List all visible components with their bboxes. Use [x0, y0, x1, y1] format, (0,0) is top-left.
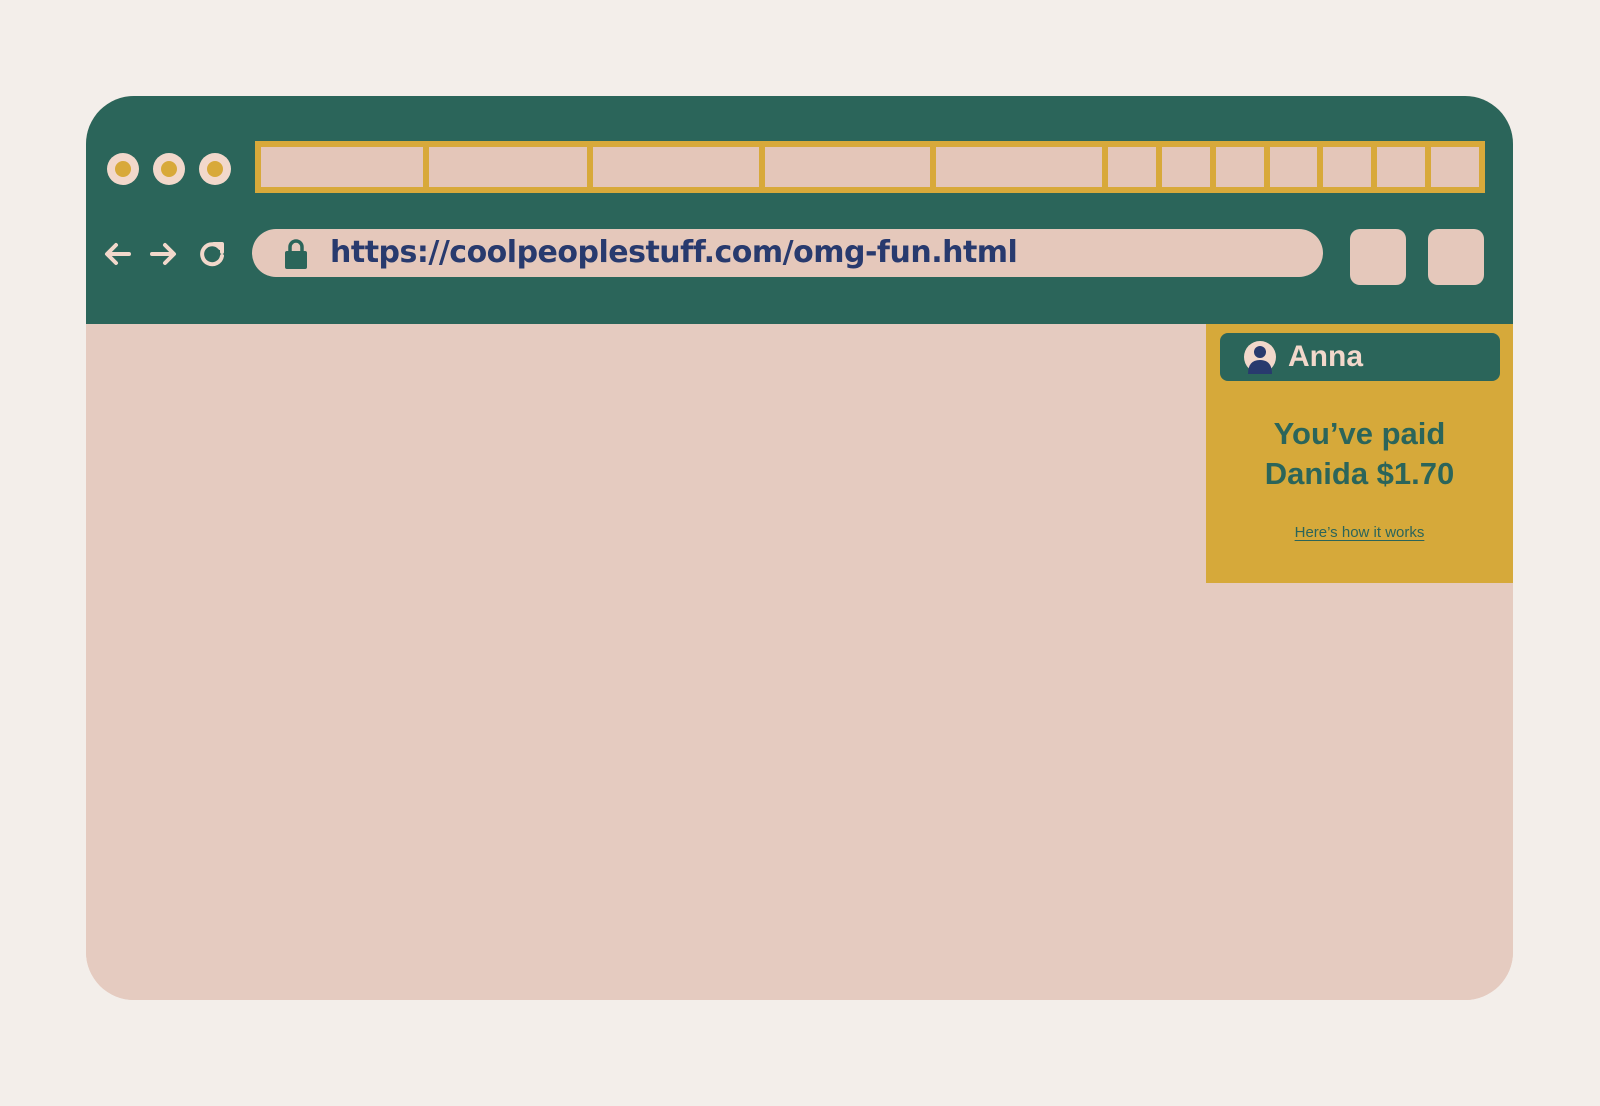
tab[interactable] — [261, 147, 423, 187]
tab[interactable] — [1161, 147, 1210, 187]
tab-strip — [255, 141, 1485, 193]
payment-message-line2: Danida $1.70 — [1264, 456, 1455, 491]
payment-message: You’ve paid Danida $1.70 — [1206, 414, 1513, 494]
browser-chrome: https://coolpeoplestuff.com/omg-fun.html — [86, 96, 1513, 324]
tab[interactable] — [1431, 147, 1480, 187]
payment-wallet-panel: Anna You’ve paid Danida $1.70 Here’s how… — [1206, 324, 1513, 583]
browser-window: https://coolpeoplestuff.com/omg-fun.html… — [86, 96, 1513, 1000]
tab[interactable] — [1377, 147, 1426, 187]
address-bar[interactable]: https://coolpeoplestuff.com/omg-fun.html — [252, 229, 1323, 277]
lock-icon — [284, 239, 308, 269]
user-name: Anna — [1288, 340, 1363, 373]
back-arrow-icon[interactable] — [102, 239, 132, 269]
tab[interactable] — [429, 147, 587, 187]
tab[interactable] — [593, 147, 759, 187]
window-close-dot[interactable] — [107, 153, 139, 185]
avatar-icon — [1243, 340, 1277, 374]
tab[interactable] — [1108, 147, 1156, 187]
window-minimize-dot[interactable] — [153, 153, 185, 185]
tab[interactable] — [936, 147, 1102, 187]
tab[interactable] — [1215, 147, 1264, 187]
extension-button[interactable] — [1350, 229, 1406, 285]
user-bar[interactable]: Anna — [1220, 333, 1500, 381]
tab[interactable] — [1323, 147, 1372, 187]
window-maximize-dot[interactable] — [199, 153, 231, 185]
payment-message-line1: You’ve paid — [1273, 416, 1446, 451]
forward-arrow-icon[interactable] — [149, 239, 179, 269]
how-it-works-link[interactable]: Here’s how it works — [1206, 524, 1513, 541]
reload-icon[interactable] — [198, 239, 226, 269]
menu-button[interactable] — [1428, 229, 1484, 285]
url-text[interactable]: https://coolpeoplestuff.com/omg-fun.html — [330, 235, 1018, 271]
tab[interactable] — [1269, 147, 1318, 187]
tab[interactable] — [765, 147, 930, 187]
